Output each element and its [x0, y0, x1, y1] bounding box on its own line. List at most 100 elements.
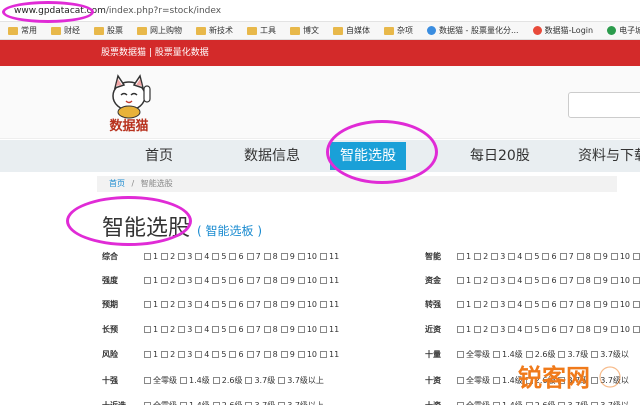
checkbox[interactable]	[229, 350, 237, 358]
filter-option[interactable]: 8	[576, 252, 591, 261]
checkbox[interactable]	[278, 401, 286, 405]
filter-option[interactable]: 8	[263, 325, 278, 334]
filter-option[interactable]: 2	[161, 276, 175, 285]
filter-option[interactable]: 10	[610, 252, 630, 261]
filter-option[interactable]: 8	[263, 350, 278, 359]
bookmark-item[interactable]: 股票	[94, 25, 123, 36]
checkbox[interactable]	[161, 350, 169, 358]
filter-option[interactable]: 全零级	[457, 375, 490, 386]
filter-option[interactable]: 4	[195, 276, 209, 285]
filter-option[interactable]: 5	[212, 325, 226, 334]
checkbox[interactable]	[263, 350, 271, 358]
checkbox[interactable]	[525, 252, 533, 260]
filter-option[interactable]: 6	[229, 350, 244, 359]
filter-option[interactable]: 9	[593, 325, 608, 334]
checkbox[interactable]	[246, 276, 254, 284]
checkbox[interactable]	[474, 276, 482, 284]
filter-option[interactable]: 2	[474, 325, 488, 334]
checkbox[interactable]	[591, 350, 599, 358]
checkbox[interactable]	[161, 252, 169, 260]
filter-option[interactable]: 11	[633, 325, 640, 334]
filter-option[interactable]: 5	[525, 300, 539, 309]
filter-option[interactable]: 1	[144, 300, 158, 309]
filter-option[interactable]: 2	[474, 252, 488, 261]
filter-option[interactable]: 4	[195, 325, 209, 334]
checkbox[interactable]	[229, 252, 237, 260]
checkbox[interactable]	[278, 376, 286, 384]
checkbox[interactable]	[633, 325, 640, 333]
filter-option[interactable]: 2	[161, 252, 175, 261]
filter-option[interactable]: 9	[593, 300, 608, 309]
checkbox[interactable]	[144, 276, 151, 284]
checkbox[interactable]	[593, 276, 601, 284]
checkbox[interactable]	[297, 300, 305, 308]
checkbox[interactable]	[559, 300, 567, 308]
checkbox[interactable]	[280, 276, 288, 284]
checkbox[interactable]	[493, 376, 500, 384]
filter-option[interactable]: 1	[144, 252, 158, 261]
nav-data-info[interactable]: 数据信息	[244, 140, 300, 172]
checkbox[interactable]	[457, 300, 464, 308]
checkbox[interactable]	[144, 252, 151, 260]
checkbox[interactable]	[525, 401, 533, 405]
filter-option[interactable]: 2	[161, 325, 175, 334]
filter-option[interactable]: 2.6级	[525, 400, 555, 405]
checkbox[interactable]	[320, 276, 328, 284]
checkbox[interactable]	[178, 252, 186, 260]
filter-option[interactable]: 1	[457, 300, 471, 309]
nav-home[interactable]: 首页	[145, 140, 173, 172]
checkbox[interactable]	[263, 325, 271, 333]
filter-option[interactable]: 3	[491, 325, 505, 334]
filter-option[interactable]: 10	[610, 325, 630, 334]
checkbox[interactable]	[576, 252, 584, 260]
filter-option[interactable]: 1	[457, 252, 471, 261]
checkbox[interactable]	[195, 325, 203, 333]
checkbox[interactable]	[457, 376, 464, 384]
checkbox[interactable]	[246, 325, 254, 333]
checkbox[interactable]	[593, 300, 601, 308]
checkbox[interactable]	[474, 252, 482, 260]
page-title-sub[interactable]: ( 智能选板 )	[197, 224, 262, 238]
bookmark-item[interactable]: 常用	[8, 25, 37, 36]
filter-option[interactable]: 1.4级	[180, 375, 210, 386]
checkbox[interactable]	[474, 325, 482, 333]
filter-option[interactable]: 10	[297, 276, 317, 285]
checkbox[interactable]	[508, 276, 516, 284]
filter-option[interactable]: 3	[491, 252, 505, 261]
checkbox[interactable]	[212, 276, 220, 284]
filter-option[interactable]: 4	[195, 300, 209, 309]
filter-option[interactable]: 11	[320, 252, 339, 261]
filter-option[interactable]: 2	[474, 276, 488, 285]
filter-option[interactable]: 11	[320, 276, 339, 285]
filter-option[interactable]: 11	[633, 276, 640, 285]
filter-option[interactable]: 4	[508, 276, 522, 285]
filter-option[interactable]: 7	[559, 252, 574, 261]
checkbox[interactable]	[280, 350, 288, 358]
checkbox[interactable]	[593, 325, 601, 333]
checkbox[interactable]	[144, 325, 151, 333]
filter-option[interactable]: 3.7级以上	[278, 400, 324, 405]
filter-option[interactable]: 8	[576, 276, 591, 285]
checkbox[interactable]	[493, 401, 500, 405]
filter-option[interactable]: 3.7级以	[591, 349, 629, 360]
filter-option[interactable]: 4	[195, 252, 209, 261]
checkbox[interactable]	[297, 350, 305, 358]
filter-option[interactable]: 全零级	[144, 375, 177, 386]
filter-option[interactable]: 2.6级	[525, 349, 555, 360]
filter-option[interactable]: 9	[280, 276, 295, 285]
filter-option[interactable]: 6	[542, 276, 557, 285]
filter-option[interactable]: 1	[144, 276, 158, 285]
checkbox[interactable]	[180, 401, 187, 405]
filter-option[interactable]: 1.4级	[493, 400, 523, 405]
filter-option[interactable]: 4	[508, 325, 522, 334]
filter-option[interactable]: 3.7级	[245, 375, 275, 386]
bookmark-item[interactable]: 自媒体	[333, 25, 370, 36]
checkbox[interactable]	[491, 276, 499, 284]
filter-option[interactable]: 7	[246, 300, 261, 309]
filter-option[interactable]: 8	[576, 300, 591, 309]
nav-downloads[interactable]: 资料与下载	[578, 140, 640, 172]
checkbox[interactable]	[212, 300, 220, 308]
checkbox[interactable]	[212, 401, 220, 405]
filter-option[interactable]: 3.7级	[245, 400, 275, 405]
checkbox[interactable]	[320, 350, 328, 358]
